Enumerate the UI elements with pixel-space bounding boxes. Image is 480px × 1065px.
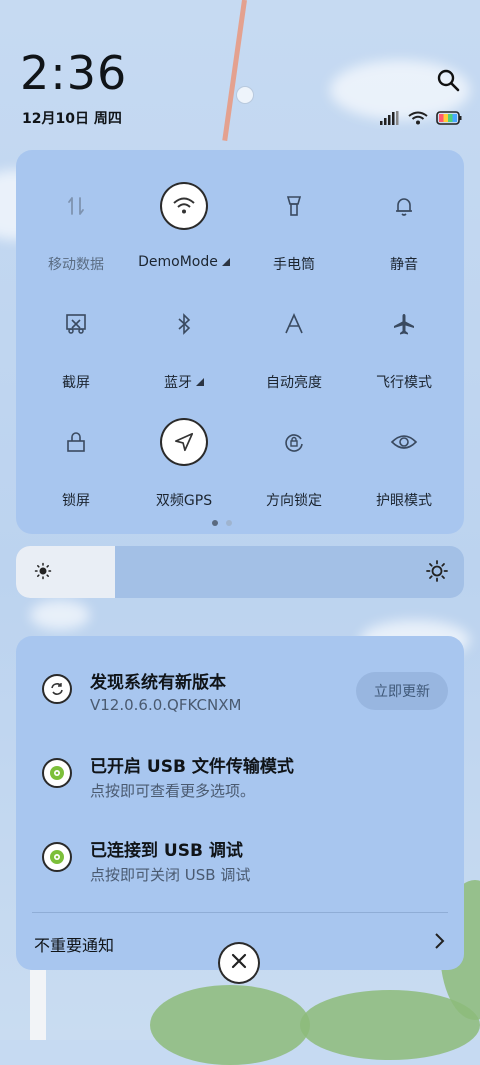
notification-system-update[interactable]: 发现系统有新版本 V12.0.6.0.QFKCNXM 立即更新 bbox=[16, 664, 464, 734]
notification-title: 已开启 USB 文件传输模式 bbox=[90, 757, 294, 777]
notification-usb-file-transfer[interactable]: 已开启 USB 文件传输模式 点按即可查看更多选项。 bbox=[16, 748, 464, 818]
search-icon[interactable] bbox=[436, 68, 460, 92]
battery-icon bbox=[436, 110, 462, 129]
tile-label: 飞行模式 bbox=[376, 375, 432, 391]
tile-airplane[interactable]: 飞行模式 bbox=[348, 284, 460, 394]
mobile-data-icon bbox=[54, 184, 98, 228]
expand-triangle-icon bbox=[221, 258, 230, 266]
notification-title: 发现系统有新版本 bbox=[90, 673, 226, 693]
minor-notifications-link[interactable]: 不重要通知 bbox=[34, 932, 114, 956]
date: 12月10日 周四 bbox=[22, 111, 122, 127]
kite-string bbox=[222, 0, 247, 141]
gps-icon bbox=[162, 420, 206, 464]
divider bbox=[32, 912, 448, 913]
tile-label: 双频GPS bbox=[155, 493, 213, 509]
tile-screenshot[interactable]: 截屏 bbox=[20, 284, 132, 394]
notification-subtitle: 点按即可查看更多选项。 bbox=[90, 782, 256, 800]
bell-icon bbox=[382, 184, 426, 228]
tile-demomode[interactable]: DemoMode bbox=[128, 166, 240, 276]
tile-label: 护眼模式 bbox=[376, 493, 432, 509]
tile-eye-care[interactable]: 护眼模式 bbox=[348, 402, 460, 512]
tile-label: 蓝牙 bbox=[128, 372, 240, 392]
kite-knob bbox=[236, 86, 254, 104]
tile-gps[interactable]: 双频GPS bbox=[128, 402, 240, 512]
tile-label: DemoMode bbox=[128, 254, 240, 270]
eye-icon bbox=[382, 420, 426, 464]
quick-settings-panel: 移动数据 DemoMode 手电筒 静音 截屏 蓝牙 自动亮度 飞行模式 锁屏 … bbox=[16, 150, 464, 534]
page-dot bbox=[226, 520, 232, 526]
notification-panel: 发现系统有新版本 V12.0.6.0.QFKCNXM 立即更新 已开启 USB … bbox=[16, 636, 464, 970]
close-icon bbox=[230, 952, 248, 974]
brightness-high-icon bbox=[426, 560, 448, 586]
tile-label: 手电筒 bbox=[273, 257, 315, 273]
tile-mute[interactable]: 静音 bbox=[348, 166, 460, 276]
wifi-status-icon bbox=[408, 110, 428, 129]
tile-mobile-data[interactable]: 移动数据 bbox=[20, 166, 132, 276]
tile-label: 截屏 bbox=[62, 375, 90, 391]
update-icon bbox=[42, 674, 72, 704]
page-indicator bbox=[212, 520, 232, 526]
bluetooth-icon bbox=[162, 302, 206, 346]
chevron-right-icon[interactable] bbox=[434, 932, 446, 954]
tile-label: 锁屏 bbox=[62, 493, 90, 509]
page-dot-active bbox=[212, 520, 218, 526]
android-settings-icon bbox=[42, 842, 72, 872]
tile-flashlight[interactable]: 手电筒 bbox=[238, 166, 350, 276]
auto-brightness-icon bbox=[272, 302, 316, 346]
status-bar-icons bbox=[380, 110, 462, 129]
tile-label: 自动亮度 bbox=[266, 375, 322, 391]
notification-usb-debugging[interactable]: 已连接到 USB 调试 点按即可关闭 USB 调试 bbox=[16, 832, 464, 902]
notification-subtitle: 点按即可关闭 USB 调试 bbox=[90, 866, 251, 884]
brightness-slider[interactable] bbox=[16, 546, 464, 598]
tile-bluetooth[interactable]: 蓝牙 bbox=[128, 284, 240, 394]
tile-auto-brightness[interactable]: 自动亮度 bbox=[238, 284, 350, 394]
clear-all-button[interactable] bbox=[220, 944, 258, 982]
brightness-fill bbox=[16, 546, 115, 598]
update-now-button[interactable]: 立即更新 bbox=[356, 672, 448, 710]
wifi-icon bbox=[162, 184, 206, 228]
airplane-icon bbox=[382, 302, 426, 346]
tile-label: 方向锁定 bbox=[266, 493, 322, 509]
screenshot-icon bbox=[54, 302, 98, 346]
expand-triangle-icon bbox=[196, 378, 204, 386]
pole-base bbox=[30, 970, 46, 1040]
tile-label: 移动数据 bbox=[48, 257, 104, 273]
signal-icon bbox=[380, 110, 400, 129]
notification-subtitle: V12.0.6.0.QFKCNXM bbox=[90, 696, 242, 714]
lock-icon bbox=[54, 420, 98, 464]
tile-lock-screen[interactable]: 锁屏 bbox=[20, 402, 132, 512]
android-settings-icon bbox=[42, 758, 72, 788]
rotation-lock-icon bbox=[272, 420, 316, 464]
clock: 2:36 bbox=[20, 46, 128, 100]
notification-title: 已连接到 USB 调试 bbox=[90, 841, 243, 861]
flashlight-icon bbox=[272, 184, 316, 228]
brightness-low-icon bbox=[34, 562, 52, 584]
tile-rotation-lock[interactable]: 方向锁定 bbox=[238, 402, 350, 512]
tile-label: 静音 bbox=[390, 257, 418, 273]
